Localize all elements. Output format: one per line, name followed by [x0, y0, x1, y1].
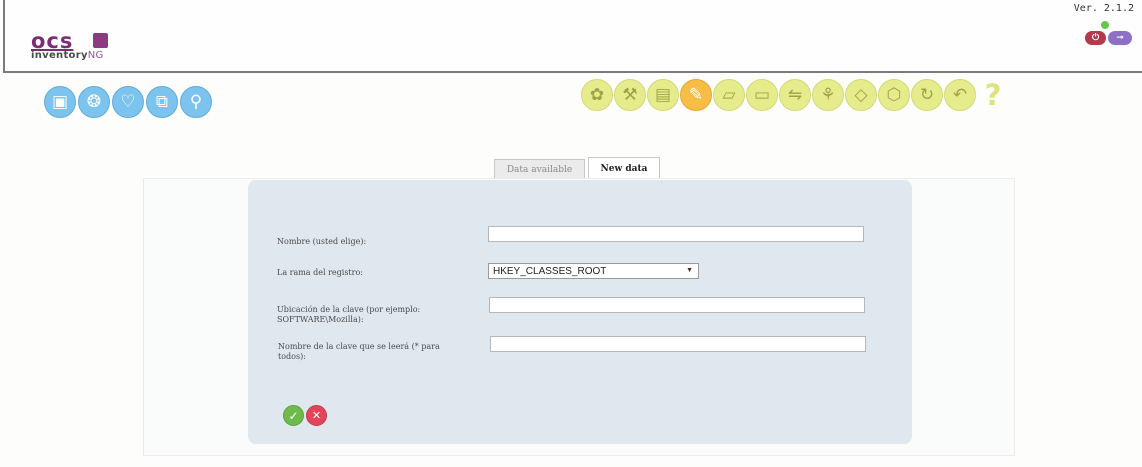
ok-button[interactable]: ✓ [283, 405, 304, 426]
packages-button[interactable]: ⧉ [146, 86, 178, 118]
hierarchy-icon: ⚘ [820, 84, 836, 105]
logo-square-icon [93, 33, 108, 48]
key-name-input[interactable] [490, 336, 866, 352]
gift-button[interactable]: ✿ [581, 79, 613, 111]
wrench-icon: ⚒ [622, 84, 638, 105]
name-input[interactable] [488, 226, 864, 242]
folder-button[interactable]: ▭ [746, 79, 778, 111]
tab-bar: Data available New data [494, 157, 660, 180]
key-name-label-line2: todos): [278, 352, 306, 361]
gift-icon: ✿ [589, 84, 605, 105]
heart-button[interactable]: ♡ [112, 86, 144, 118]
key-name-label-line1: Nombre de la clave que se leerá (* para [278, 342, 440, 351]
registry-icon: ✎ [688, 84, 704, 105]
help-button[interactable]: ? [977, 79, 1009, 111]
location-input[interactable] [489, 297, 865, 313]
box-button[interactable]: ⬡ [878, 79, 910, 111]
branch-select[interactable]: HKEY_CLASSES_ROOT ▼ [488, 263, 699, 279]
location-label: Ubicación de la clave (por ejemplo: SOFT… [277, 305, 420, 325]
logout-button[interactable]: ⏻ [1085, 31, 1106, 45]
branch-select-value: HKEY_CLASSES_ROOT [493, 266, 607, 277]
logo-sub-ng: NG [87, 50, 104, 61]
hierarchy-button[interactable]: ⚘ [812, 79, 844, 111]
location-label-line2: SOFTWARE\Mozilla): [277, 315, 364, 324]
heart-icon: ♡ [120, 91, 136, 112]
network-button[interactable]: ❂ [78, 86, 110, 118]
registry-button[interactable]: ✎ [680, 79, 712, 111]
logo-text: ocs [31, 29, 74, 53]
refresh-icon: ↻ [919, 84, 935, 105]
key-name-label: Nombre de la clave que se leerá (* para … [278, 342, 440, 362]
search-button[interactable]: ⚲ [180, 86, 212, 118]
computer-details-menu: ✿ ⚒ ▤ ✎ ▱ ▭ ⇋ ⚘ ◇ ⬡ ↻ ↶? [581, 79, 1009, 111]
chevron-down-icon: ▼ [686, 267, 693, 274]
document-icon: ▱ [722, 84, 736, 105]
version-label: Ver. 2.1.2 [1073, 3, 1134, 14]
computers-button[interactable]: ▣ [44, 86, 76, 118]
branch-label: La rama del registro: [277, 268, 363, 277]
location-label-line1: Ubicación de la clave (por ejemplo: [277, 305, 421, 314]
wrench-button[interactable]: ⚒ [614, 79, 646, 111]
key-button[interactable]: ⊸ [1108, 31, 1132, 45]
refresh-button[interactable]: ↻ [911, 79, 943, 111]
search-icon: ⚲ [189, 91, 203, 112]
tab-data-available[interactable]: Data available [494, 159, 585, 180]
top-header: ocs inventoryNG Ver. 2.1.2 [3, 0, 1142, 73]
close-icon: ✕ [311, 409, 322, 422]
name-label: Nombre (usted elige): [277, 237, 367, 246]
check-icon: ✓ [288, 408, 299, 423]
packages-icon: ⧉ [155, 91, 169, 112]
back-icon: ↶ [952, 84, 968, 105]
network-icon: ❂ [86, 91, 102, 112]
box-icon: ⬡ [886, 84, 902, 105]
help-icon: ? [984, 77, 1002, 112]
calendar-button[interactable]: ▤ [647, 79, 679, 111]
status-dot-icon [1101, 21, 1109, 29]
ocs-logo[interactable]: ocs inventoryNG [31, 30, 119, 66]
document-button[interactable]: ▱ [713, 79, 745, 111]
tag-icon: ◇ [854, 84, 868, 105]
cancel-button[interactable]: ✕ [306, 405, 327, 426]
tag-button[interactable]: ◇ [845, 79, 877, 111]
folder-icon: ▭ [753, 84, 771, 105]
key-icon: ⊸ [1116, 33, 1124, 43]
logo-sub-inventory: inventory [31, 50, 88, 61]
computers-icon: ▣ [51, 91, 69, 112]
network-cable-icon: ⇋ [787, 84, 803, 105]
power-icon: ⏻ [1091, 33, 1100, 43]
network-cable-button[interactable]: ⇋ [779, 79, 811, 111]
main-menu: ▣ ❂ ♡ ⧉ ⚲ [44, 86, 212, 118]
logo-subtitle: inventoryNG [31, 50, 104, 62]
back-button[interactable]: ↶ [944, 79, 976, 111]
calendar-icon: ▤ [654, 84, 672, 105]
tab-new-data[interactable]: New data [588, 157, 660, 180]
